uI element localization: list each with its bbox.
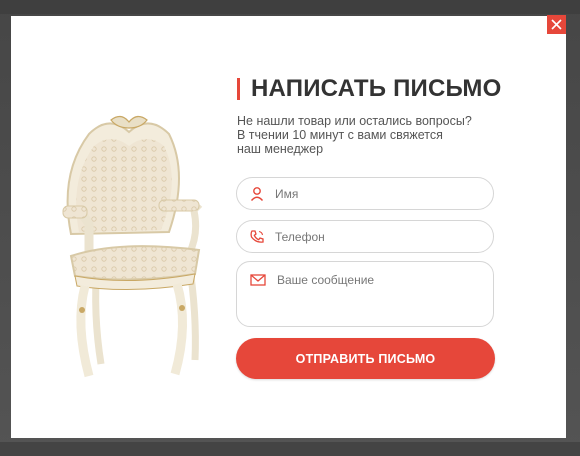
envelope-icon (250, 273, 266, 287)
subtitle-line: В тчении 10 минут с вами свяжется (237, 128, 443, 142)
close-icon (551, 19, 562, 30)
modal-subtitle: Не нашли товар или остались вопросы? В т… (237, 114, 497, 156)
phone-placeholder: Телефон (275, 229, 325, 244)
user-icon (249, 186, 265, 202)
phone-field[interactable]: Телефон (236, 220, 494, 253)
modal-title: НАПИСАТЬ ПИСЬМО (237, 73, 501, 105)
message-field[interactable]: Ваше сообщение (236, 261, 494, 327)
modal-title-text: НАПИСАТЬ ПИСЬМО (251, 75, 502, 102)
message-placeholder: Ваше сообщение (277, 273, 375, 287)
phone-icon (249, 229, 265, 245)
title-accent-bar (237, 78, 240, 100)
name-field[interactable]: Имя (236, 177, 494, 210)
contact-modal: НАПИСАТЬ ПИСЬМО Не нашли товар или остал… (11, 16, 566, 438)
backdrop-strip (0, 0, 580, 14)
subtitle-line: наш менеджер (237, 142, 324, 156)
subtitle-line: Не нашли товар или остались вопросы? (237, 114, 472, 128)
close-button[interactable] (547, 15, 566, 34)
backdrop-strip (0, 442, 580, 456)
armchair-image (62, 115, 203, 378)
name-placeholder: Имя (275, 186, 299, 201)
send-button[interactable]: ОТПРАВИТЬ ПИСЬМО (236, 338, 495, 379)
